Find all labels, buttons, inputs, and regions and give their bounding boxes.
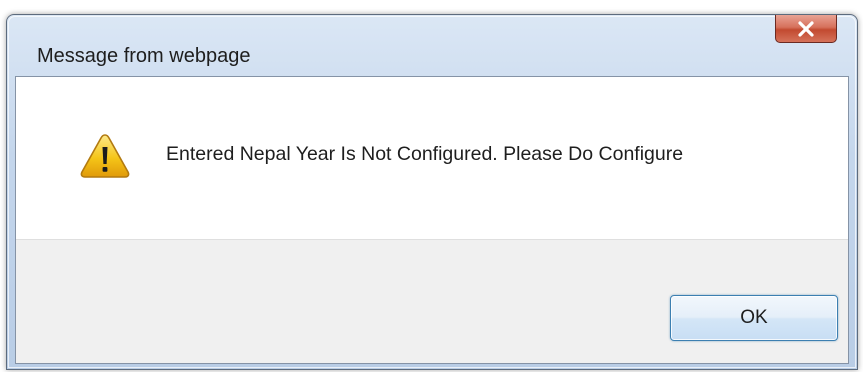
page: Message from webpage Entered Nepal Year … (0, 0, 863, 372)
ok-button[interactable]: OK (670, 295, 838, 341)
title-bar[interactable]: Message from webpage (7, 15, 857, 75)
close-button[interactable] (775, 15, 837, 43)
button-area: OK (16, 239, 848, 363)
dialog-title: Message from webpage (37, 45, 251, 67)
message-text: Entered Nepal Year Is Not Configured. Pl… (166, 143, 684, 165)
dialog-client: Entered Nepal Year Is Not Configured. Pl… (15, 76, 849, 364)
close-icon (798, 20, 814, 37)
dialog-window: Message from webpage Entered Nepal Year … (6, 14, 858, 370)
warning-icon (80, 134, 130, 178)
message-area: Entered Nepal Year Is Not Configured. Pl… (16, 77, 848, 239)
